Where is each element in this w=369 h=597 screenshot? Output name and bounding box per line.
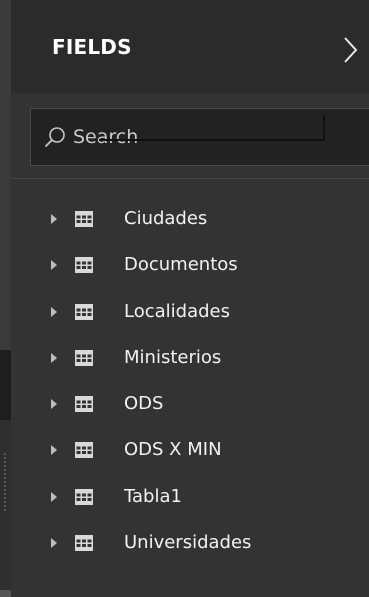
fields-header: FIELDS	[11, 0, 369, 93]
table-icon	[75, 211, 93, 227]
left-panel-edge	[0, 0, 11, 597]
field-label: ODS X MIN	[124, 439, 222, 461]
fields-pane: FIELDS Search Ciudades Documentos Locali…	[11, 0, 369, 597]
field-label: Ciudades	[124, 208, 208, 229]
table-icon	[75, 396, 93, 413]
field-label: Tabla1	[124, 485, 182, 507]
collapse-pane-button[interactable]	[339, 36, 363, 64]
divider	[11, 178, 369, 179]
table-icon	[75, 303, 93, 320]
table-icon	[75, 535, 93, 552]
chevron-right-icon	[344, 37, 358, 63]
field-label: Localidades	[124, 300, 230, 322]
expand-arrow-icon[interactable]	[49, 213, 59, 225]
field-label: Universidades	[124, 532, 252, 554]
fields-pane-window: FIELDS Search Ciudades Documentos Locali…	[0, 0, 369, 597]
expand-arrow-icon[interactable]	[49, 306, 59, 318]
field-label: ODS	[124, 393, 164, 415]
search-tick	[323, 115, 325, 141]
field-item-universidades[interactable]: Universidades	[11, 521, 369, 567]
expand-arrow-icon[interactable]	[49, 444, 59, 456]
resize-grip[interactable]	[3, 452, 7, 512]
expand-arrow-icon[interactable]	[49, 537, 59, 549]
search-underline	[99, 139, 325, 141]
table-icon	[75, 349, 93, 366]
field-item-ods-x-min[interactable]: ODS X MIN	[11, 428, 369, 474]
field-item-documentos[interactable]: Documentos	[11, 243, 369, 289]
field-label: Ministerios	[124, 346, 222, 368]
field-item-ciudades[interactable]: Ciudades	[11, 197, 369, 243]
search-icon	[44, 127, 65, 148]
field-label: Documentos	[124, 254, 238, 276]
table-icon	[75, 488, 93, 505]
field-list: Ciudades Documentos Localidades Minister…	[11, 197, 369, 567]
expand-arrow-icon[interactable]	[49, 259, 59, 271]
expand-arrow-icon[interactable]	[49, 398, 59, 410]
field-item-ods[interactable]: ODS	[11, 382, 369, 428]
table-icon	[75, 257, 93, 274]
search-input[interactable]	[73, 121, 363, 153]
expand-arrow-icon[interactable]	[49, 491, 59, 503]
field-item-localidades[interactable]: Localidades	[11, 290, 369, 336]
field-item-tabla1[interactable]: Tabla1	[11, 475, 369, 521]
fields-title: FIELDS	[52, 35, 132, 59]
expand-arrow-icon[interactable]	[49, 352, 59, 364]
search-box[interactable]	[30, 108, 369, 166]
table-icon	[75, 442, 93, 459]
field-item-ministerios[interactable]: Ministerios	[11, 336, 369, 382]
